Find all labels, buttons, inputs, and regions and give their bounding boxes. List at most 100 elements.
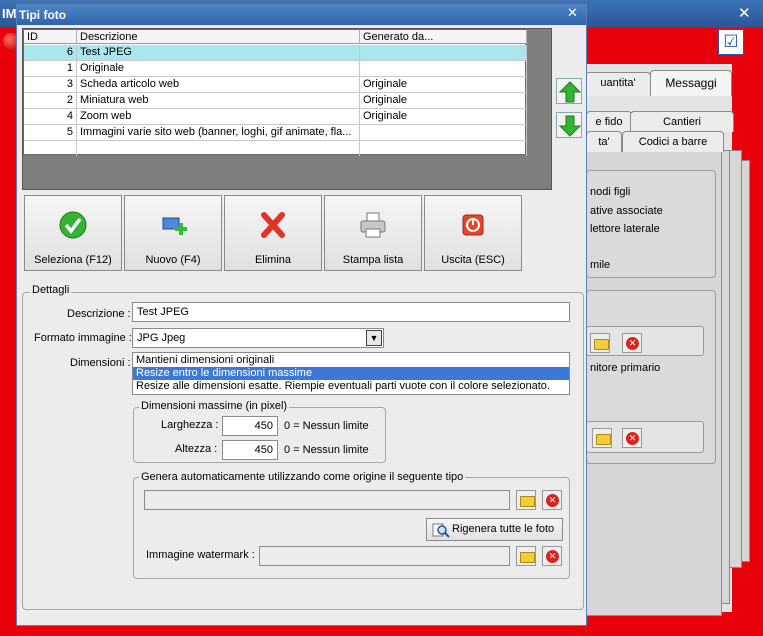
cell-id: 6 bbox=[24, 45, 77, 60]
checklist-icon[interactable]: ☑ bbox=[718, 29, 744, 55]
origine-input[interactable] bbox=[144, 490, 510, 510]
dettagli-legend: Dettagli bbox=[30, 284, 72, 296]
cell-generato-da bbox=[360, 61, 527, 76]
background-close-icon[interactable]: ✕ bbox=[738, 4, 751, 22]
cell-generato-da: Originale bbox=[360, 77, 527, 92]
tipi-foto-grid[interactable]: ID Descrizione Generato da... 6 Test JPE… bbox=[23, 29, 527, 157]
altezza-note: 0 = Nessun limite bbox=[284, 444, 369, 456]
move-down-button[interactable] bbox=[556, 112, 582, 138]
larghezza-note: 0 = Nessun limite bbox=[284, 420, 369, 432]
folder-icon[interactable] bbox=[516, 490, 536, 510]
stampa-lista-button[interactable]: Stampa lista bbox=[324, 195, 422, 271]
cell-generato-da: Originale bbox=[360, 109, 527, 124]
folder-icon[interactable] bbox=[592, 428, 612, 448]
cell-descrizione: Immagini varie sito web (banner, loghi, … bbox=[77, 125, 360, 140]
tab-codici-a-barre[interactable]: Codici a barre bbox=[622, 131, 724, 152]
folder-icon[interactable] bbox=[590, 333, 610, 353]
dimensioni-massime-legend: Dimensioni massime (in pixel) bbox=[139, 400, 290, 412]
nuovo-label: Nuovo (F4) bbox=[145, 254, 201, 266]
larghezza-label: Larghezza : bbox=[161, 419, 219, 431]
cell-id: 5 bbox=[24, 125, 77, 140]
move-up-button[interactable] bbox=[556, 78, 582, 104]
seleziona-button[interactable]: Seleziona (F12) bbox=[24, 195, 122, 271]
cell-id: 3 bbox=[24, 77, 77, 92]
descrizione-input[interactable]: Test JPEG bbox=[132, 302, 570, 322]
table-row[interactable]: 2 Miniatura web Originale bbox=[24, 93, 527, 109]
uscita-label: Uscita (ESC) bbox=[441, 254, 505, 266]
nuovo-button[interactable]: Nuovo (F4) bbox=[124, 195, 222, 271]
tab-cantieri[interactable]: Cantieri bbox=[630, 111, 734, 132]
cell-descrizione: Zoom web bbox=[77, 109, 360, 124]
cell-descrizione: Test JPEG bbox=[77, 45, 360, 60]
column-header-descrizione[interactable]: Descrizione bbox=[77, 30, 360, 44]
stampa-label: Stampa lista bbox=[342, 254, 404, 266]
tab-ta[interactable]: ta' bbox=[586, 131, 622, 152]
cell-generato-da bbox=[360, 141, 527, 156]
clear-icon[interactable]: ✕ bbox=[542, 490, 562, 510]
cell-id bbox=[24, 141, 77, 156]
dimensioni-option[interactable]: Resize alle dimensioni esatte. Riempie e… bbox=[133, 380, 569, 393]
watermark-input[interactable] bbox=[259, 546, 510, 566]
add-icon bbox=[162, 217, 187, 235]
background-text: mile bbox=[590, 259, 611, 271]
check-icon bbox=[59, 211, 87, 239]
delete-x-icon bbox=[261, 212, 285, 238]
column-header-generato-da[interactable]: Generato da... bbox=[360, 30, 527, 44]
chevron-down-icon[interactable]: ▼ bbox=[366, 330, 382, 346]
cell-id: 1 bbox=[24, 61, 77, 76]
dimensioni-option[interactable]: Mantieni dimensioni originali bbox=[133, 354, 569, 367]
table-row[interactable]: 4 Zoom web Originale bbox=[24, 109, 527, 125]
cell-descrizione bbox=[77, 141, 360, 156]
arrow-up-icon bbox=[558, 81, 582, 103]
column-header-id[interactable]: ID bbox=[24, 30, 77, 44]
table-row[interactable]: 3 Scheda articolo web Originale bbox=[24, 77, 527, 93]
magnifier-icon bbox=[432, 523, 450, 538]
formato-immagine-select[interactable]: JPG Jpeg bbox=[132, 328, 384, 348]
dimensioni-label: Dimensioni : bbox=[70, 357, 131, 369]
table-row[interactable]: 6 Test JPEG bbox=[24, 45, 527, 61]
cell-descrizione: Originale bbox=[77, 61, 360, 76]
background-text: lettore laterale bbox=[590, 223, 660, 235]
background-text: ative associate bbox=[590, 205, 663, 217]
cell-generato-da bbox=[360, 125, 527, 140]
cell-id: 4 bbox=[24, 109, 77, 124]
tab-fido[interactable]: e fido bbox=[586, 111, 632, 132]
folder-icon[interactable] bbox=[516, 546, 536, 566]
elimina-button[interactable]: Elimina bbox=[224, 195, 322, 271]
dialog-title: Tipi foto bbox=[19, 8, 67, 22]
printer-icon bbox=[360, 212, 386, 238]
background-text: nodi figli bbox=[590, 186, 631, 198]
power-icon bbox=[462, 214, 484, 236]
larghezza-input[interactable]: 450 bbox=[222, 416, 278, 436]
tab-quantita[interactable]: uantita' bbox=[585, 72, 651, 96]
dimensioni-option-selected[interactable]: Resize entro le dimensioni massime bbox=[133, 367, 569, 380]
dialog-titlebar[interactable] bbox=[17, 5, 586, 25]
tab-messaggi[interactable]: Messaggi bbox=[650, 70, 732, 96]
altezza-label: Altezza : bbox=[175, 443, 218, 455]
dialog-close-icon[interactable]: ✕ bbox=[567, 5, 578, 21]
table-row-empty[interactable] bbox=[24, 141, 527, 157]
altezza-input[interactable]: 450 bbox=[222, 440, 278, 460]
watermark-label: Immagine watermark : bbox=[146, 549, 255, 561]
arrow-down-icon bbox=[558, 115, 582, 137]
genera-legend: Genera automaticamente utilizzando come … bbox=[139, 471, 466, 483]
cell-generato-da: Originale bbox=[360, 93, 527, 108]
seleziona-label: Seleziona (F12) bbox=[34, 254, 112, 266]
table-row[interactable]: 5 Immagini varie sito web (banner, loghi… bbox=[24, 125, 527, 141]
clear-icon[interactable]: ✕ bbox=[542, 546, 562, 566]
rigenera-label[interactable]: Rigenera tutte le foto bbox=[452, 523, 554, 535]
clear-icon[interactable]: ✕ bbox=[622, 333, 642, 353]
cell-descrizione: Scheda articolo web bbox=[77, 77, 360, 92]
cell-descrizione: Miniatura web bbox=[77, 93, 360, 108]
cell-generato-da bbox=[360, 45, 527, 60]
dimensioni-listbox[interactable]: Mantieni dimensioni originali Resize ent… bbox=[132, 352, 570, 395]
background-text: nitore primario bbox=[590, 362, 661, 374]
background-title: IM bbox=[2, 6, 17, 21]
uscita-button[interactable]: Uscita (ESC) bbox=[424, 195, 522, 271]
formato-immagine-label: Formato immagine : bbox=[34, 332, 132, 344]
elimina-label: Elimina bbox=[254, 254, 292, 266]
cell-id: 2 bbox=[24, 93, 77, 108]
clear-icon[interactable]: ✕ bbox=[622, 428, 642, 448]
descrizione-label: Descrizione : bbox=[67, 308, 131, 320]
table-row[interactable]: 1 Originale bbox=[24, 61, 527, 77]
